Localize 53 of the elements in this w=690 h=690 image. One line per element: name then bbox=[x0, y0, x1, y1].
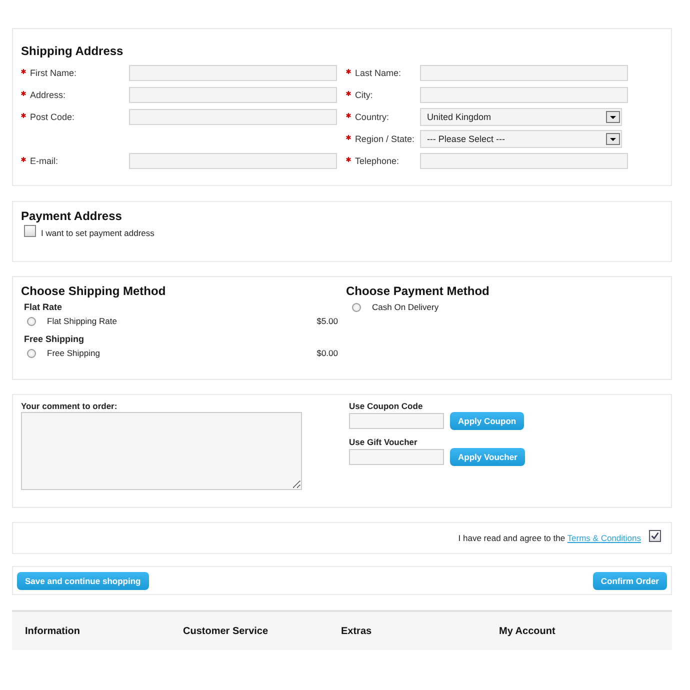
footer-heading: Extras bbox=[341, 626, 373, 638]
dropdown-icon[interactable] bbox=[606, 133, 620, 145]
input-field[interactable] bbox=[420, 87, 628, 103]
field-label: First Name: bbox=[21, 68, 129, 78]
field-label: Address: bbox=[21, 90, 129, 100]
dropdown-icon[interactable] bbox=[606, 111, 620, 123]
confirm-button[interactable]: Confirm Order bbox=[592, 572, 667, 590]
field-label: Region / State: bbox=[346, 134, 420, 144]
field-label: City: bbox=[346, 90, 420, 100]
footer-heading: Information bbox=[25, 626, 81, 638]
checkbox[interactable] bbox=[649, 530, 661, 542]
input-field[interactable] bbox=[129, 109, 337, 125]
select-field[interactable]: --- Please Select --- bbox=[420, 130, 622, 148]
checkbox-label: I want to set payment address bbox=[41, 228, 154, 238]
field-label: Post Code: bbox=[21, 112, 129, 122]
apply-button[interactable]: Apply Coupon bbox=[450, 412, 524, 430]
option-label: Flat Shipping Rate bbox=[47, 316, 118, 326]
input-field[interactable] bbox=[129, 87, 337, 103]
comment-field[interactable] bbox=[21, 412, 302, 490]
option-label: Cash On Delivery bbox=[372, 302, 440, 312]
terms-link[interactable]: Terms & Conditions bbox=[567, 533, 641, 543]
radio-button[interactable] bbox=[352, 302, 361, 312]
apply-button[interactable]: Apply Voucher bbox=[450, 448, 526, 466]
input-field[interactable] bbox=[420, 153, 628, 169]
field-label: Use Gift Voucher bbox=[349, 437, 418, 447]
input-field[interactable] bbox=[129, 65, 337, 81]
input-field[interactable] bbox=[349, 413, 444, 429]
field-label: E-mail: bbox=[21, 156, 129, 166]
field-label: Last Name: bbox=[346, 68, 420, 78]
footer-heading: Customer Service bbox=[183, 626, 270, 638]
group-title: Flat Rate bbox=[24, 302, 64, 312]
section-title: Payment Address bbox=[21, 209, 123, 223]
field-label: Country: bbox=[346, 112, 420, 122]
section-title: Choose Payment Method bbox=[346, 284, 490, 298]
option-label: Free Shipping bbox=[47, 348, 101, 358]
group-title: Free Shipping bbox=[24, 334, 86, 344]
continue-button[interactable]: Save and continue shopping bbox=[17, 572, 149, 590]
field-label: Your comment to order: bbox=[21, 401, 118, 411]
select-field[interactable]: United Kingdom bbox=[420, 108, 622, 126]
field-label: Use Coupon Code bbox=[349, 401, 424, 411]
input-field[interactable] bbox=[420, 65, 628, 81]
section-title: Choose Shipping Method bbox=[21, 284, 167, 298]
radio-button[interactable] bbox=[27, 348, 36, 358]
input-field[interactable] bbox=[349, 449, 444, 465]
price: $0.00 bbox=[316, 348, 338, 358]
field-label: Telephone: bbox=[346, 156, 420, 166]
input-field[interactable] bbox=[129, 153, 337, 169]
agreement-text: I have read and agree to the Terms & Conditions bbox=[458, 533, 641, 543]
footer-heading: My Account bbox=[499, 626, 556, 638]
radio-button[interactable] bbox=[27, 316, 36, 326]
checkbox[interactable] bbox=[24, 225, 36, 237]
price: $5.00 bbox=[316, 316, 338, 326]
section-title: Shipping Address bbox=[21, 44, 124, 58]
